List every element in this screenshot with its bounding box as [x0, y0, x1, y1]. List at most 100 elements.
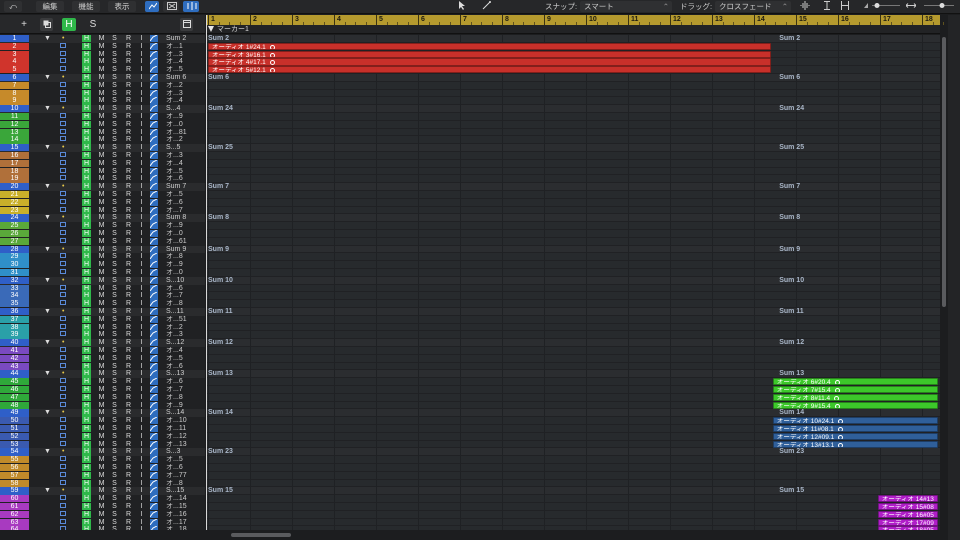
mute-button[interactable]: M: [97, 97, 106, 104]
input-monitor-button[interactable]: I: [137, 386, 146, 393]
automation-icon[interactable]: [149, 354, 158, 363]
disclosure-triangle-icon[interactable]: ▼: [44, 105, 51, 112]
hide-button[interactable]: H: [82, 214, 91, 222]
track-lane[interactable]: [206, 510, 940, 519]
input-monitor-button[interactable]: I: [137, 214, 146, 221]
automation-icon[interactable]: [149, 151, 158, 160]
input-monitor-button[interactable]: I: [137, 347, 146, 354]
hide-button[interactable]: H: [82, 183, 91, 191]
hide-button[interactable]: H: [82, 354, 91, 363]
input-monitor-button[interactable]: I: [137, 199, 146, 206]
mute-button[interactable]: M: [97, 191, 106, 198]
hide-button[interactable]: H: [82, 191, 91, 199]
hide-button[interactable]: H: [82, 237, 91, 246]
track-header-row[interactable]: 59 ▼ • H M S R I S...15: [0, 486, 205, 496]
track-lane[interactable]: [206, 518, 940, 527]
track-header-row[interactable]: 19 H M S R I オ...6: [0, 174, 205, 183]
solo-button[interactable]: S: [110, 152, 119, 159]
hide-button[interactable]: H: [82, 222, 91, 230]
record-button[interactable]: R: [124, 136, 133, 143]
record-button[interactable]: R: [124, 199, 133, 206]
track-header-row[interactable]: 43 H M S R I オ...6: [0, 362, 205, 371]
record-button[interactable]: R: [124, 183, 133, 190]
record-button[interactable]: R: [124, 370, 133, 377]
solo-button[interactable]: S: [110, 519, 119, 526]
mute-button[interactable]: M: [97, 175, 106, 182]
track-header-row[interactable]: 23 H M S R I オ...7: [0, 206, 205, 215]
track-lane[interactable]: [206, 175, 940, 184]
mute-button[interactable]: M: [97, 285, 106, 292]
automation-icon[interactable]: [149, 323, 158, 331]
input-monitor-button[interactable]: I: [137, 370, 146, 377]
record-button[interactable]: R: [124, 58, 133, 65]
automation-icon[interactable]: [149, 330, 158, 339]
track-header-row[interactable]: 11 H M S R I オ...9: [0, 112, 205, 121]
solo-button[interactable]: S: [110, 269, 119, 276]
automation-icon[interactable]: [149, 190, 158, 199]
record-button[interactable]: R: [124, 214, 133, 221]
mute-button[interactable]: M: [97, 58, 106, 65]
automation-icon[interactable]: [149, 120, 158, 129]
input-monitor-button[interactable]: I: [137, 35, 146, 42]
automation-icon[interactable]: [149, 338, 158, 347]
track-lane[interactable]: [206, 323, 940, 332]
hide-button[interactable]: H: [82, 503, 91, 511]
track-header-row[interactable]: 47 H M S R I オ...8: [0, 393, 205, 402]
mute-button[interactable]: M: [97, 378, 106, 385]
mute-button[interactable]: M: [97, 331, 106, 338]
mute-button[interactable]: M: [97, 316, 106, 323]
hide-button[interactable]: H: [82, 495, 91, 503]
input-monitor-button[interactable]: I: [137, 503, 146, 510]
track-header-row[interactable]: 52 H M S R I オ...12: [0, 432, 205, 441]
solo-button[interactable]: S: [110, 207, 119, 214]
input-monitor-button[interactable]: I: [137, 526, 146, 530]
automation-icon[interactable]: [149, 447, 158, 456]
track-header-row[interactable]: 35 H M S R I オ...8: [0, 299, 205, 308]
automation-icon[interactable]: [149, 89, 158, 97]
disclosure-triangle-icon[interactable]: ▼: [44, 246, 51, 253]
hide-button[interactable]: H: [82, 167, 91, 175]
hide-button[interactable]: H: [82, 136, 91, 144]
marker-1[interactable]: マーカー1: [208, 25, 249, 34]
mute-button[interactable]: M: [97, 441, 106, 448]
hide-button[interactable]: H: [82, 464, 91, 472]
disclosure-triangle-icon[interactable]: ▼: [44, 214, 51, 221]
automation-icon[interactable]: [145, 1, 159, 12]
audio-region[interactable]: オーディオ 7#15.4: [772, 386, 938, 394]
track-lane[interactable]: [206, 230, 940, 238]
automation-icon[interactable]: [149, 369, 158, 378]
record-button[interactable]: R: [124, 448, 133, 455]
automation-icon[interactable]: [149, 408, 158, 417]
hide-button[interactable]: H: [82, 159, 91, 168]
hide-button[interactable]: H: [82, 347, 91, 355]
input-monitor-button[interactable]: I: [137, 113, 146, 120]
track-lane[interactable]: [206, 214, 940, 223]
solo-button[interactable]: S: [110, 168, 119, 175]
audio-region[interactable]: オーディオ 10#24.1: [772, 417, 938, 425]
record-button[interactable]: R: [124, 409, 133, 416]
audio-region[interactable]: オーディオ 13#13.1: [772, 440, 938, 448]
track-header-row[interactable]: 46 H M S R I オ...7: [0, 385, 205, 394]
automation-icon[interactable]: [149, 284, 158, 292]
audio-region[interactable]: オーディオ 16#05: [877, 510, 938, 519]
hide-button[interactable]: H: [82, 58, 91, 66]
audio-region[interactable]: オーディオ 3#16.1: [208, 50, 771, 58]
record-button[interactable]: R: [124, 472, 133, 479]
hide-button[interactable]: H: [82, 510, 91, 519]
track-lane[interactable]: [206, 448, 940, 457]
track-lane[interactable]: [206, 269, 940, 277]
track-lane[interactable]: [206, 362, 940, 371]
solo-button[interactable]: S: [110, 129, 119, 136]
track-header-row[interactable]: 49 ▼ • H M S R I S...14: [0, 408, 205, 418]
input-monitor-button[interactable]: I: [137, 316, 146, 323]
record-button[interactable]: R: [124, 261, 133, 268]
automation-icon[interactable]: [149, 401, 158, 409]
audio-region[interactable]: オーディオ 14#13: [877, 495, 938, 503]
track-header-row[interactable]: 38 H M S R I オ...2: [0, 323, 205, 332]
automation-icon[interactable]: [149, 57, 158, 66]
automation-icon[interactable]: [149, 440, 158, 448]
solo-button[interactable]: S: [110, 425, 119, 432]
input-monitor-button[interactable]: I: [137, 480, 146, 487]
automation-icon[interactable]: [149, 486, 158, 495]
audio-region[interactable]: オーディオ 15#08: [877, 503, 938, 511]
